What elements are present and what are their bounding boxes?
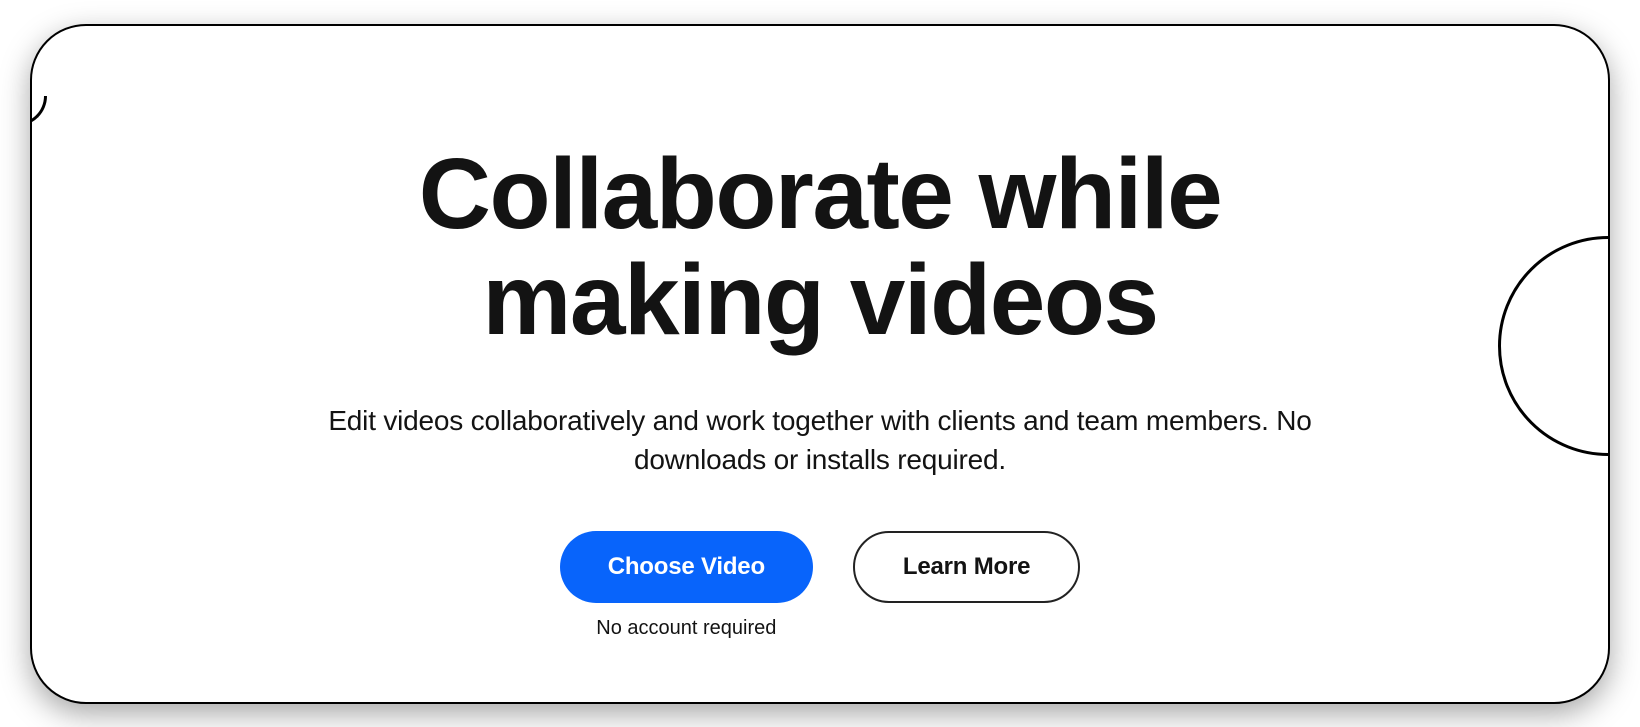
cta-primary-column: Choose Video No account required — [560, 531, 813, 640]
cta-secondary-column: Learn More — [853, 531, 1080, 603]
cta-row: Choose Video No account required Learn M… — [560, 531, 1081, 640]
hero-subheadline: Edit videos collaboratively and work tog… — [290, 401, 1350, 479]
choose-video-button[interactable]: Choose Video — [560, 531, 813, 603]
no-account-hint: No account required — [596, 617, 776, 640]
decorative-shape-left — [30, 96, 47, 126]
learn-more-button[interactable]: Learn More — [853, 531, 1080, 603]
hero-card: Collaborate while making videos Edit vid… — [30, 24, 1610, 704]
decorative-circle-right — [1498, 236, 1610, 456]
hero-headline: Collaborate while making videos — [270, 141, 1370, 353]
